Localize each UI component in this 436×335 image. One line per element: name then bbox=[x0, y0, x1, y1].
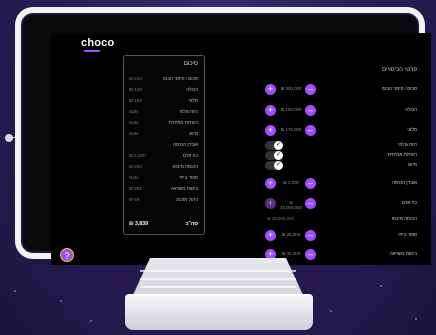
minus-button[interactable]: – bbox=[305, 230, 316, 241]
summary-total-label: סה"כ bbox=[185, 221, 198, 227]
summary-total-value: ₪ 3,839 bbox=[129, 221, 149, 227]
summary-row: סכום / סימני הבנה ₪ 234 bbox=[129, 76, 198, 85]
plus-button[interactable]: + bbox=[265, 198, 276, 209]
summary-row-value: NaN bbox=[129, 109, 139, 114]
panel-title: פרטי הכיסויים bbox=[382, 67, 417, 73]
monitor-base bbox=[125, 294, 313, 330]
minus-button[interactable]: – bbox=[305, 84, 316, 95]
coverage-label: אובדן הכנסה bbox=[392, 180, 417, 185]
summary-row-label: ביטוח בשגיאה bbox=[170, 186, 198, 191]
summary-row-value: NaN bbox=[129, 120, 139, 125]
summary-row: הכנסה מיבוא ₪ 280 bbox=[129, 164, 198, 173]
coverage-label: כח אדם bbox=[401, 200, 417, 205]
summary-row-label: סופר ביתי bbox=[179, 175, 198, 180]
coverage-row: + ₪ 20,000,000 – כח אדם bbox=[251, 197, 417, 211]
summary-row: סופר ביתי NaN bbox=[129, 175, 198, 184]
summary-row-value: ₪ 2,500 bbox=[129, 153, 146, 158]
summary-row-value: ₪ 351 bbox=[129, 186, 142, 191]
logo: choco bbox=[81, 37, 115, 49]
summary-row-value: ₪ 234 bbox=[129, 76, 142, 81]
coverage-amount: ₪ 25,000 bbox=[281, 232, 301, 237]
help-button[interactable]: ? bbox=[60, 248, 74, 262]
coverage-toggle[interactable]: ✓ bbox=[265, 161, 283, 170]
summary-row: מלאי ₪ 193 bbox=[129, 98, 198, 107]
coverage-amount: ₪ 35,000 bbox=[281, 251, 301, 256]
summary-row-label: סכום / סימני הבנה bbox=[162, 76, 198, 81]
summary-row-label: ניהול תוכנה bbox=[175, 197, 198, 202]
minus-button[interactable]: – bbox=[305, 105, 316, 116]
star-icon bbox=[330, 310, 332, 312]
summary-title: סיכום bbox=[183, 61, 198, 67]
summary-row-label: הכולה bbox=[186, 87, 198, 92]
summary-row-value: ₪ 128 bbox=[129, 87, 142, 92]
plus-button[interactable]: + bbox=[265, 105, 276, 116]
summary-row: כח אדם ₪ 2,500 bbox=[129, 153, 198, 162]
summary-row: רווחיות אמיתית NaN bbox=[129, 120, 198, 129]
star-icon bbox=[90, 320, 92, 322]
plus-button[interactable]: + bbox=[265, 125, 276, 136]
summary-row: ביטוח בשגיאה ₪ 351 bbox=[129, 186, 198, 195]
coverage-label: הכנסה מיבוא bbox=[391, 216, 417, 221]
coverage-row: + ₪ 175,000 – מלאי bbox=[251, 124, 417, 138]
coverage-amount: ₪ 20,000,000 bbox=[267, 216, 294, 221]
summary-row-value: ₪ 193 bbox=[129, 98, 142, 103]
summary-row-label: מיזוג bbox=[189, 131, 198, 136]
plus-button[interactable]: + bbox=[265, 230, 276, 241]
coverage-amount: ₪ 150,000 bbox=[280, 107, 302, 112]
star-icon bbox=[60, 300, 62, 302]
summary-row-value: ₪ 280 bbox=[129, 164, 142, 169]
coverage-amount: ₪ 300,000 bbox=[280, 86, 302, 91]
summary-row-label: רווח גולמי bbox=[179, 109, 198, 114]
summary-row: אובדן הכנסה bbox=[129, 142, 198, 151]
summary-row: הכולה ₪ 128 bbox=[129, 87, 198, 96]
check-icon: ✓ bbox=[274, 161, 283, 170]
coverage-label: סכום / סימני הבנה bbox=[381, 86, 417, 91]
coverage-row: + ₪ 150,000 – הכולה bbox=[251, 104, 417, 118]
neck-highlight bbox=[140, 286, 296, 288]
coverage-label: מלאי bbox=[407, 127, 417, 132]
plus-button[interactable]: + bbox=[265, 84, 276, 95]
coverage-label: מיזוג bbox=[408, 162, 417, 167]
coverage-row: ₪ 20,000,000 הכנסה מיבוא bbox=[251, 213, 417, 227]
star-icon bbox=[14, 290, 16, 292]
summary-row: מיזוג NaN bbox=[129, 131, 198, 140]
summary-card: סיכום סכום / סימני הבנה ₪ 234 הכולה ₪ 128 … bbox=[123, 55, 205, 235]
coverage-amount: ₪ 20,000,000 bbox=[280, 200, 302, 210]
coverage-label: הכולה bbox=[405, 107, 417, 112]
summary-row-label: כח אדם bbox=[182, 153, 198, 158]
summary-row: ניהול תוכנה ₪ 69 bbox=[129, 197, 198, 206]
coverage-row: + ₪ 2,000 – אובדן הכנסה bbox=[251, 177, 417, 191]
coverage-row: ✓ מיזוג bbox=[251, 159, 417, 173]
coverage-label: סופר ביתי bbox=[398, 232, 417, 237]
summary-row-label: מלאי bbox=[188, 98, 198, 103]
minus-button[interactable]: – bbox=[305, 249, 316, 260]
star-icon bbox=[415, 318, 417, 320]
summary-row-value: NaN bbox=[129, 175, 139, 180]
minus-button[interactable]: – bbox=[305, 125, 316, 136]
neck-highlight bbox=[140, 278, 296, 280]
summary-row-value: NaN bbox=[129, 131, 139, 136]
coverage-label: ביטוח בשגיאה bbox=[389, 251, 417, 256]
summary-row-value: ₪ 69 bbox=[129, 197, 140, 202]
connector-dot bbox=[5, 134, 13, 142]
summary-row-label: הכנסה מיבוא bbox=[172, 164, 198, 169]
coverage-row: + ₪ 25,000 – סופר ביתי bbox=[251, 229, 417, 243]
summary-row-label: אובדן הכנסה bbox=[173, 142, 198, 147]
coverage-amount: ₪ 2,000 bbox=[283, 180, 299, 185]
neck-highlight bbox=[140, 270, 296, 272]
star-icon bbox=[380, 285, 382, 287]
monitor-frame: choco סיכום סכום / סימני הבנה ₪ 234 הכולה… bbox=[15, 7, 431, 265]
coverage-row: + ₪ 300,000 – סכום / סימני הבנה bbox=[251, 83, 417, 97]
coverage-label: רווחיות אמיתית bbox=[387, 152, 417, 157]
coverage-amount: ₪ 175,000 bbox=[280, 127, 302, 132]
summary-row-label: רווחיות אמיתית bbox=[168, 120, 198, 125]
minus-button[interactable]: – bbox=[305, 178, 316, 189]
summary-row: רווח גולמי NaN bbox=[129, 109, 198, 118]
coverage-label: רווח גולמי bbox=[398, 142, 417, 147]
logo-underline bbox=[84, 50, 100, 52]
minus-button[interactable]: – bbox=[305, 198, 316, 209]
monitor-neck bbox=[133, 258, 303, 295]
plus-button[interactable]: + bbox=[265, 178, 276, 189]
screen: choco סיכום סכום / סימני הבנה ₪ 234 הכולה… bbox=[51, 33, 431, 265]
